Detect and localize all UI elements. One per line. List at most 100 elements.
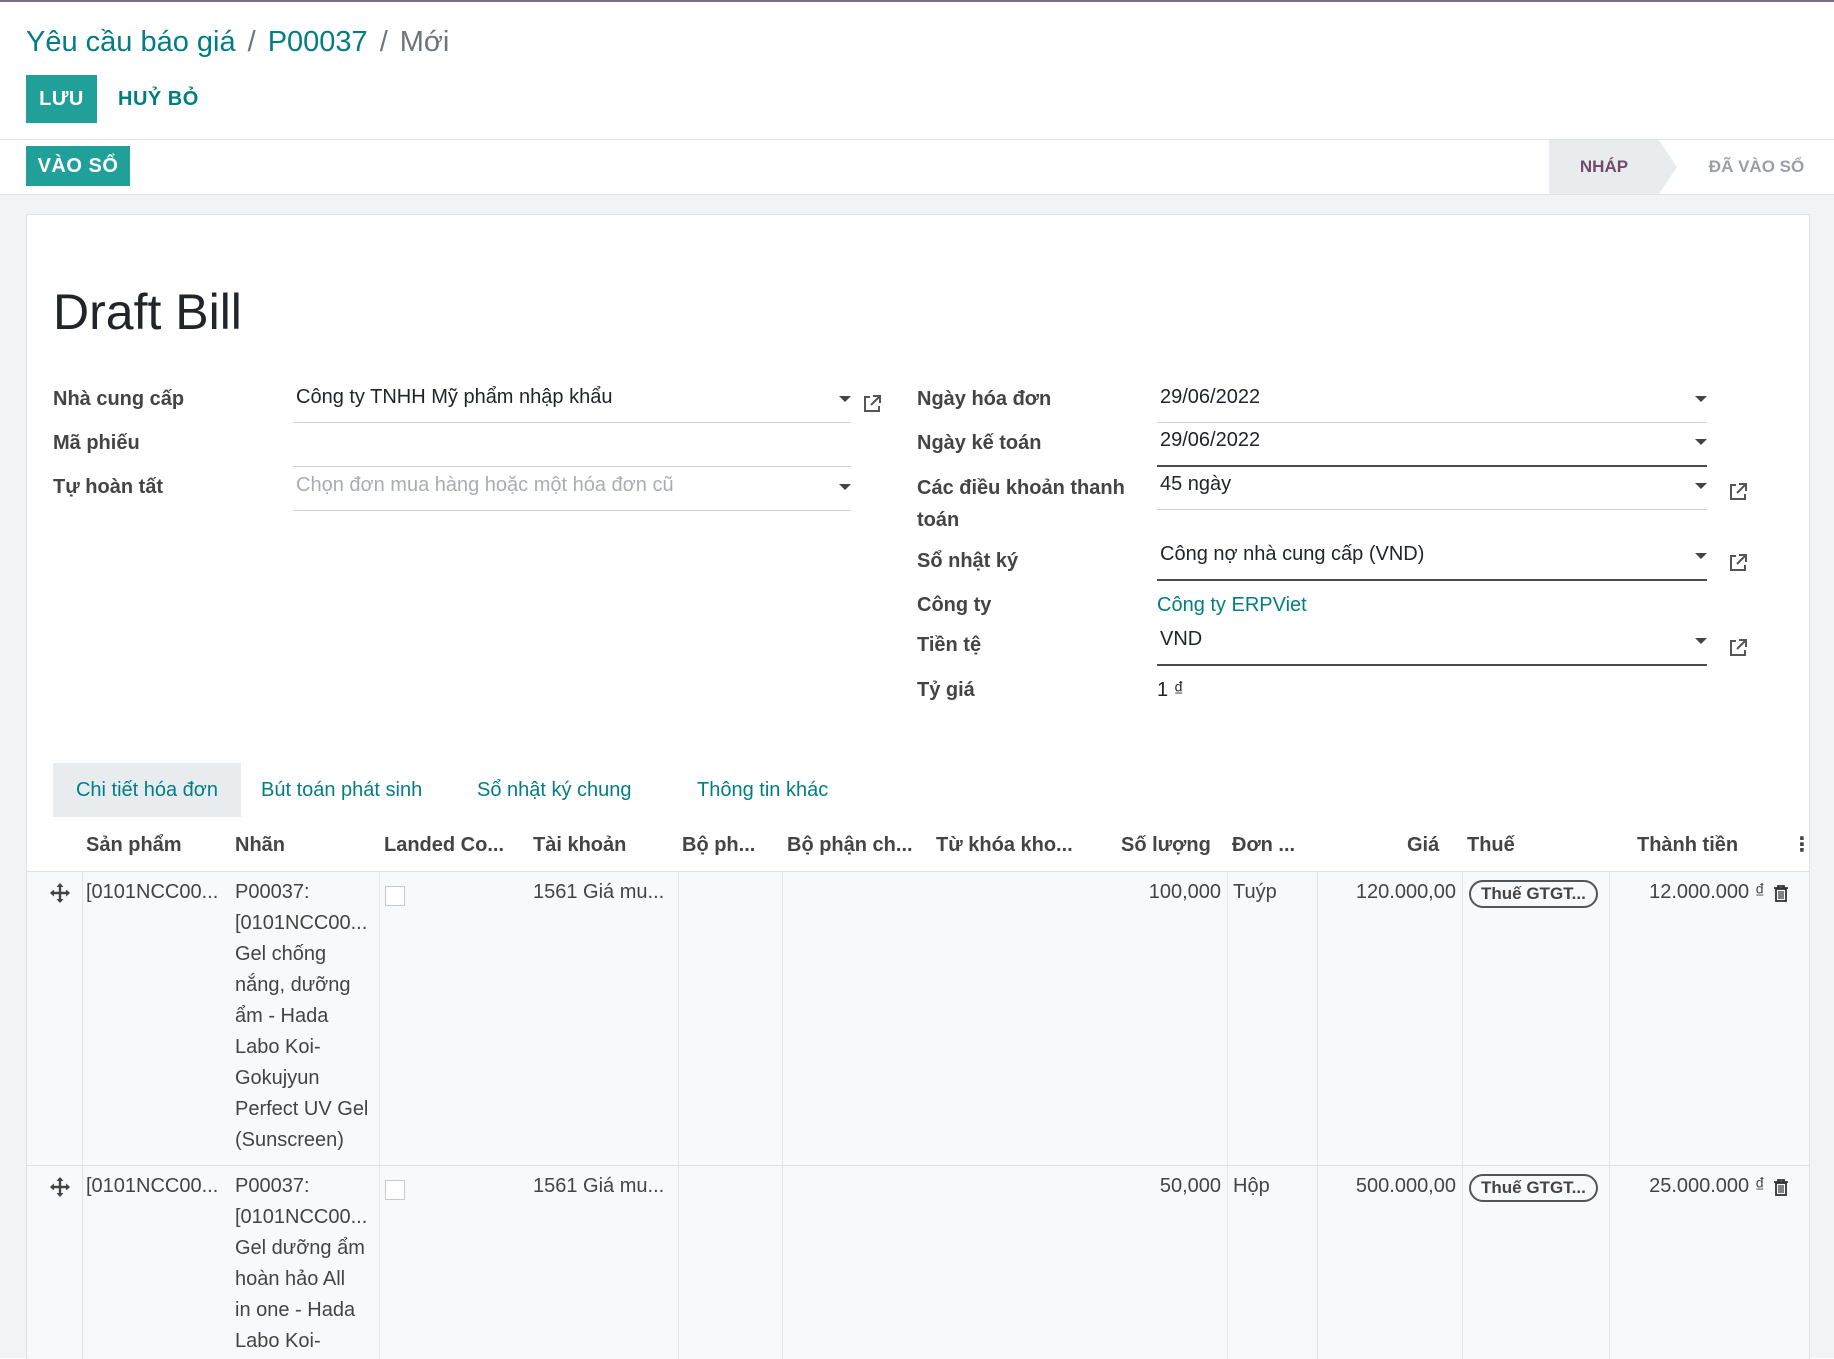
invoice-date-label: Ngày hóa đơn — [917, 388, 1052, 410]
currency-label: Tiền tệ — [917, 634, 982, 656]
trash-icon[interactable] — [1773, 884, 1789, 902]
column-divider — [1609, 872, 1610, 1165]
chevron-down-icon[interactable] — [839, 484, 851, 490]
reference-input[interactable] — [293, 422, 851, 467]
line-quantity[interactable]: 100,000 — [1107, 877, 1221, 908]
currency-field[interactable]: VND — [1157, 620, 1707, 666]
col-cost-center[interactable]: Bộ phận ch... — [787, 819, 913, 871]
autocomplete-field[interactable]: Chọn đơn mua hàng hoặc một hóa đơn cũ — [293, 466, 851, 511]
col-label[interactable]: Nhãn — [235, 819, 285, 871]
external-link-icon[interactable] — [1727, 481, 1749, 503]
vendor-label: Nhà cung cấp — [53, 388, 185, 410]
line-uom[interactable]: Hộp — [1233, 1171, 1270, 1202]
currency-value: VND — [1160, 628, 1203, 650]
tab-journal-items[interactable]: Bút toán phát sinh — [261, 763, 422, 817]
col-product[interactable]: Sản phẩm — [86, 819, 182, 871]
payment-terms-value: 45 ngày — [1160, 473, 1232, 495]
col-department[interactable]: Bộ ph... — [682, 819, 755, 871]
discard-button[interactable]: HUỶ BỎ — [118, 75, 199, 123]
vendor-value: Công ty TNHH Mỹ phẩm nhập khẩu — [296, 386, 613, 408]
col-price[interactable]: Giá — [1407, 819, 1439, 871]
landed-cost-checkbox[interactable] — [385, 886, 405, 906]
column-options-icon[interactable]: ⋮ — [1792, 819, 1812, 871]
status-arrow — [1659, 140, 1677, 194]
table-row[interactable]: [0101NCC00... P00037: [0101NCC00... Gel … — [27, 1166, 1809, 1359]
line-price[interactable]: 120.000,00 — [1327, 877, 1456, 908]
table-row[interactable]: [0101NCC00... P00037: [0101NCC00... Gel … — [27, 872, 1809, 1166]
chevron-down-icon[interactable] — [1695, 483, 1707, 489]
column-divider — [782, 1166, 783, 1359]
status-step-draft[interactable]: NHÁP — [1549, 140, 1659, 194]
tax-badge[interactable]: Thuế GTGT... — [1469, 880, 1598, 908]
autocomplete-label: Tự hoàn tất — [53, 476, 164, 498]
trash-icon[interactable] — [1773, 1178, 1789, 1196]
chevron-down-icon[interactable] — [1695, 396, 1707, 402]
breadcrumb-root[interactable]: Yêu cầu báo giá — [26, 26, 236, 58]
invoice-date-value: 29/06/2022 — [1160, 386, 1261, 408]
tab-invoice-lines[interactable]: Chi tiết hóa đơn — [53, 763, 241, 817]
column-divider — [678, 1166, 679, 1359]
tab-general-journal[interactable]: Sổ nhật ký chung — [477, 763, 632, 817]
line-label[interactable]: P00037: [0101NCC00... Gel chống nắng, dư… — [235, 877, 375, 1156]
col-quantity[interactable]: Số lượng — [1121, 819, 1211, 871]
chevron-down-icon[interactable] — [839, 396, 851, 402]
save-button[interactable]: LƯU — [26, 75, 97, 123]
reference-label: Mã phiếu — [53, 432, 140, 454]
external-link-icon[interactable] — [1727, 637, 1749, 659]
column-divider — [782, 872, 783, 1165]
breadcrumb-separator: / — [379, 26, 388, 58]
external-link-icon[interactable] — [1727, 552, 1749, 574]
col-uom[interactable]: Đơn ... — [1232, 819, 1295, 871]
company-link[interactable]: Công ty ERPViet — [1157, 589, 1307, 621]
form-sheet: Draft Bill Nhà cung cấp Công ty TNHH Mỹ … — [26, 214, 1812, 1359]
vendor-field[interactable]: Công ty TNHH Mỹ phẩm nhập khẩu — [293, 378, 851, 423]
breadcrumb-record[interactable]: P00037 — [268, 26, 368, 58]
line-quantity[interactable]: 50,000 — [1107, 1171, 1221, 1202]
breadcrumb-separator: / — [247, 26, 256, 58]
column-divider — [379, 1166, 380, 1359]
invoice-date-field[interactable]: 29/06/2022 — [1157, 378, 1707, 423]
chevron-down-icon[interactable] — [1695, 638, 1707, 644]
col-account[interactable]: Tài khoản — [533, 819, 626, 871]
journal-label: Sổ nhật ký — [917, 550, 1019, 572]
line-uom[interactable]: Tuýp — [1233, 877, 1277, 908]
line-account[interactable]: 1561 Giá mu... — [533, 877, 664, 908]
post-button[interactable]: VÀO SỔ — [26, 146, 130, 186]
col-landed-cost[interactable]: Landed Co... — [384, 819, 504, 871]
status-step-posted[interactable]: ĐÃ VÀO SỔ — [1679, 140, 1834, 194]
chevron-down-icon[interactable] — [1695, 553, 1707, 559]
tax-badge[interactable]: Thuế GTGT... — [1469, 1174, 1598, 1202]
drag-handle-icon[interactable] — [49, 1176, 71, 1198]
line-product[interactable]: [0101NCC00... — [86, 1171, 218, 1202]
lines-table-header: Sản phẩm Nhãn Landed Co... Tài khoản Bộ … — [27, 819, 1812, 872]
drag-handle-icon[interactable] — [49, 882, 71, 904]
col-taxes[interactable]: Thuế — [1467, 819, 1515, 871]
column-divider — [1462, 1166, 1463, 1359]
line-subtotal: 12.000.000 ₫ — [1649, 881, 1765, 903]
accounting-date-label: Ngày kế toán — [917, 432, 1042, 454]
payment-terms-field[interactable]: 45 ngày — [1157, 465, 1707, 510]
column-divider — [1227, 872, 1228, 1165]
accounting-date-value: 29/06/2022 — [1160, 429, 1261, 451]
col-subtotal[interactable]: Thành tiền — [1637, 819, 1738, 871]
payment-terms-label: Các điều khoản thanh — [917, 477, 1125, 499]
journal-field[interactable]: Công nợ nhà cung cấp (VND) — [1157, 535, 1707, 581]
col-keyword[interactable]: Từ khóa kho... — [936, 819, 1073, 871]
exchange-rate-value: 1 ₫ — [1157, 679, 1184, 701]
control-panel: Yêu cầu báo giá / P00037 / Mới LƯU HUỶ BỎ — [0, 2, 1834, 140]
line-subtotal: 25.000.000 ₫ — [1649, 1175, 1765, 1197]
column-divider — [82, 1166, 83, 1359]
external-link-icon[interactable] — [861, 393, 883, 415]
column-divider — [678, 872, 679, 1165]
column-divider — [1317, 1166, 1318, 1359]
tab-other-info[interactable]: Thông tin khác — [697, 763, 828, 817]
column-divider — [1609, 1166, 1610, 1359]
line-product[interactable]: [0101NCC00... — [86, 877, 218, 908]
line-price[interactable]: 500.000,00 — [1327, 1171, 1456, 1202]
line-label[interactable]: P00037: [0101NCC00... Gel dưỡng ẩm hoàn … — [235, 1171, 375, 1357]
landed-cost-checkbox[interactable] — [385, 1180, 405, 1200]
line-account[interactable]: 1561 Giá mu... — [533, 1171, 664, 1202]
accounting-date-field[interactable]: 29/06/2022 — [1157, 421, 1707, 467]
chevron-down-icon[interactable] — [1695, 439, 1707, 445]
payment-terms-label-cont: toán — [917, 509, 960, 531]
